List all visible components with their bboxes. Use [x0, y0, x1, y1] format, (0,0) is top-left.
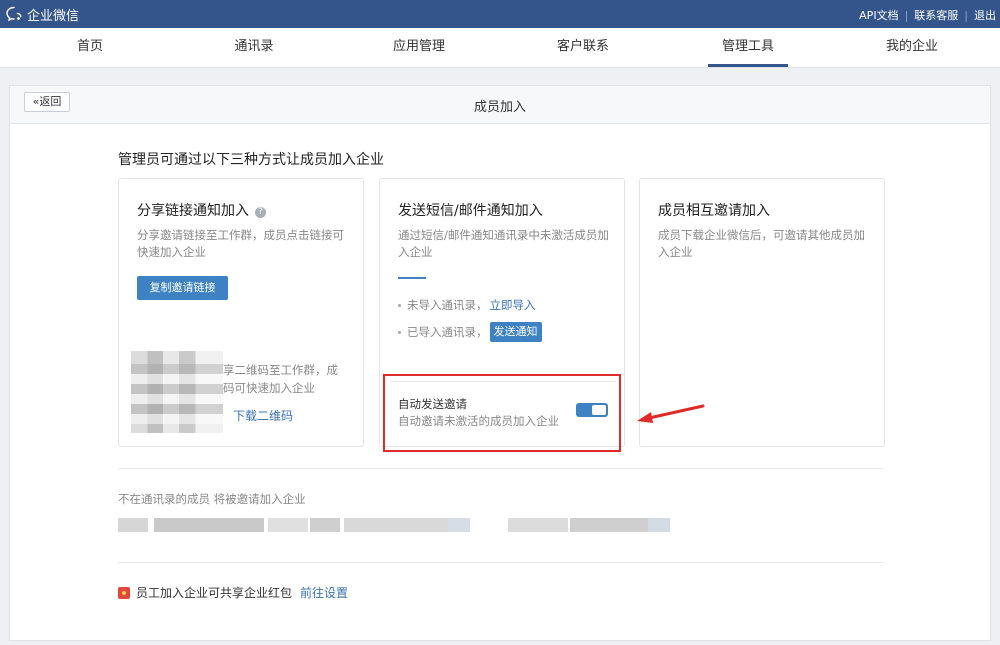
share-link-title-text: 分享链接通知加入	[137, 203, 249, 219]
nav-tab-customer-contact[interactable]: 客户联系	[543, 28, 623, 68]
share-link-card: 分享链接通知加入? 分享邀请链接至工作群，成员点击链接可快速加入企业 复制邀请链…	[118, 178, 364, 447]
uninvited-members-label: 不在通讯录的成员 将被邀请加入企业	[118, 492, 306, 506]
nav-tab-home[interactable]: 首页	[50, 28, 130, 68]
nav-tab-contacts[interactable]: 通讯录	[214, 28, 294, 68]
top-links: API文档 | 联系客服 | 退出	[859, 7, 996, 23]
copy-invite-link-button[interactable]: 复制邀请链接	[137, 276, 228, 300]
red-packet-icon	[118, 586, 130, 599]
nav-tab-app-management[interactable]: 应用管理	[379, 28, 459, 68]
nav-tab-management-tools[interactable]: 管理工具	[708, 28, 788, 68]
qr-code-blur-overlay	[131, 364, 223, 424]
help-icon[interactable]: ?	[255, 207, 266, 218]
member-join-panel: «返回 成员加入 管理员可通过以下三种方式让成员加入企业 分享链接通知加入? 分…	[9, 85, 991, 641]
page-title: 成员加入	[473, 100, 526, 115]
sms-email-desc: 通过短信/邮件通知通讯录中未激活成员加入企业	[398, 228, 609, 259]
logout-link[interactable]: 退出	[974, 7, 996, 23]
share-link-title: 分享链接通知加入?	[137, 200, 266, 220]
highlight-box	[383, 374, 621, 452]
share-link-desc: 分享邀请链接至工作群，成员点击链接可快速加入企业	[137, 228, 344, 259]
go-settings-link[interactable]: 前往设置	[300, 584, 348, 601]
red-packet-row: 员工加入企业可共享企业红包 前往设置	[118, 584, 348, 601]
not-imported-row: 未导入通讯录， 立即导入	[398, 297, 536, 313]
download-qr-code-link[interactable]: 下载二维码	[233, 407, 293, 424]
top-link-separator: |	[964, 8, 968, 22]
active-tab-indicator	[708, 64, 788, 67]
annotation-arrow-icon	[637, 404, 705, 423]
intro-heading: 管理员可通过以下三种方式让成员加入企业	[118, 152, 384, 168]
main-nav: 首页 通讯录 应用管理 客户联系 管理工具 我的企业	[0, 28, 1000, 68]
panel-header: «返回 成员加入	[10, 86, 990, 124]
bullet-dot	[398, 303, 401, 307]
api-docs-link[interactable]: API文档	[859, 7, 898, 23]
imported-text: 已导入通讯录，	[407, 325, 488, 339]
blurred-member-list	[118, 518, 670, 532]
app-logo-text: 企业微信	[27, 8, 80, 24]
section-divider	[118, 468, 884, 469]
imported-row: 已导入通讯录， 发送通知	[398, 322, 542, 342]
bullet-dot	[398, 330, 401, 334]
send-notification-button[interactable]: 发送通知	[489, 322, 542, 342]
section-divider	[118, 562, 884, 563]
mutual-invite-title: 成员相互邀请加入	[658, 203, 770, 219]
red-packet-text: 员工加入企业可共享企业红包	[136, 586, 293, 600]
qr-code-desc: 享二维码至工作群，成 码可快速加入企业	[223, 363, 338, 395]
nav-tab-my-enterprise[interactable]: 我的企业	[872, 28, 952, 68]
top-bar: 企业微信 API文档 | 联系客服 | 退出	[0, 0, 1000, 28]
app-logo[interactable]: 企业微信	[6, 5, 80, 24]
not-imported-text: 未导入通讯录，	[407, 298, 488, 312]
mutual-invite-desc: 成员下载企业微信后，可邀请其他成员加入企业	[658, 228, 865, 259]
accent-divider	[398, 277, 426, 279]
top-link-separator: |	[904, 8, 909, 22]
sms-email-title: 发送短信/邮件通知加入	[398, 203, 543, 219]
wecom-logo-icon	[6, 6, 22, 22]
contact-support-link[interactable]: 联系客服	[914, 7, 958, 23]
import-now-link[interactable]: 立即导入	[490, 297, 536, 313]
